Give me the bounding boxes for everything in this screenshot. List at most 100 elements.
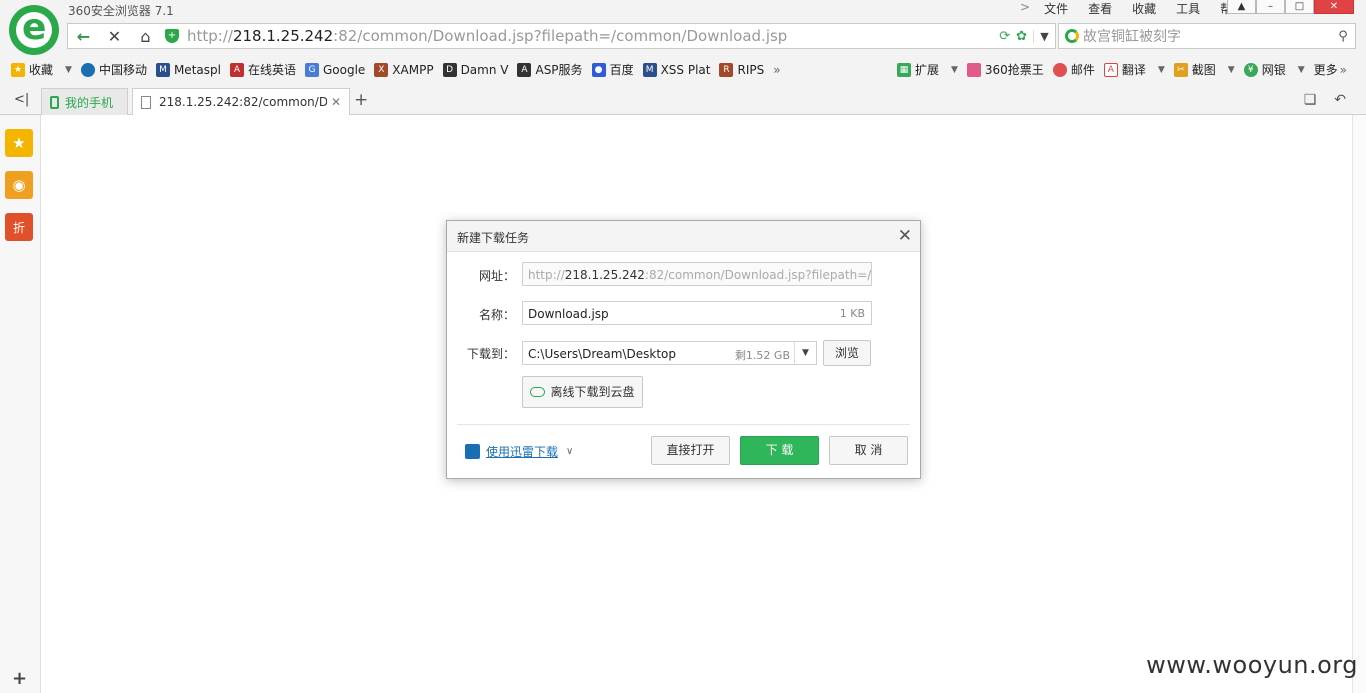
- search-input[interactable]: 故宫铜缸被刻字: [1083, 26, 1331, 46]
- open-directly-button[interactable]: 直接打开: [651, 436, 730, 465]
- download-button[interactable]: 下 载: [740, 436, 819, 465]
- browse-button[interactable]: 浏览: [823, 340, 871, 366]
- chevron-right-icon: »: [1339, 62, 1347, 77]
- more-button[interactable]: 更多»: [1314, 61, 1347, 78]
- bookmark-rips[interactable]: R RIPS: [719, 62, 764, 77]
- baidu-icon: ●: [591, 62, 606, 77]
- menu-tools[interactable]: 工具: [1176, 0, 1200, 16]
- close-tab-icon[interactable]: ✕: [331, 95, 341, 109]
- weibo-icon[interactable]: ◉: [5, 171, 33, 199]
- browser-logo-icon[interactable]: [9, 5, 59, 55]
- phone-icon: [50, 95, 59, 109]
- tab-scroll-left-icon[interactable]: <|: [14, 92, 29, 107]
- maximize-icon[interactable]: □: [1285, 0, 1314, 14]
- download-url-field[interactable]: http://218.1.25.242:82/common/Download.j…: [522, 262, 872, 286]
- extensions-button[interactable]: ▦ 扩展 ▼: [896, 61, 958, 78]
- bookmark-baidu[interactable]: ● 百度: [591, 61, 634, 78]
- bookmark-favorites[interactable]: ★ 收藏 ▼: [11, 61, 72, 78]
- name-label: 名称：: [478, 308, 515, 322]
- dialog-close-icon[interactable]: ✕: [898, 226, 912, 246]
- translate-button[interactable]: A 翻译 ▼: [1103, 61, 1165, 78]
- bookmark-xampp[interactable]: X XAMPP: [374, 62, 434, 77]
- bookmark-google[interactable]: G Google: [304, 62, 365, 77]
- chevron-right-icon[interactable]: >: [1020, 0, 1030, 16]
- divider: [457, 424, 910, 425]
- bookmark-chinamobile[interactable]: 中国移动: [80, 61, 147, 78]
- back-arrow-icon[interactable]: ←: [68, 24, 99, 48]
- bank-icon: ¥: [1243, 62, 1258, 77]
- home-icon[interactable]: ⌂: [130, 24, 161, 48]
- cloud-download-button[interactable]: 离线下载到云盘: [522, 376, 643, 408]
- add-sidebar-icon[interactable]: +: [12, 668, 27, 689]
- url-input[interactable]: http://218.1.25.242:82/common/Download.j…: [187, 27, 999, 45]
- caret-down-icon[interactable]: ▼: [1298, 65, 1305, 75]
- xampp-icon: X: [374, 62, 389, 77]
- bookmark-xss-platform[interactable]: M XSS Plat: [642, 62, 710, 77]
- navigation-bar: ← ✕ ⌂ + http://218.1.25.242:82/common/Do…: [0, 20, 1366, 55]
- new-tab-icon[interactable]: +: [354, 90, 368, 110]
- search-box[interactable]: 故宫铜缸被刻字 ⚲: [1058, 23, 1356, 49]
- use-xunlei-link[interactable]: 使用迅雷下载: [486, 443, 558, 460]
- xss-icon: M: [642, 62, 657, 77]
- url-actions: ⟳ ✿: [999, 29, 1027, 44]
- bookmark-asp-service[interactable]: A ASP服务: [517, 61, 583, 78]
- xunlei-icon: [465, 444, 480, 459]
- path-dropdown-icon[interactable]: ▼: [794, 342, 816, 364]
- ticket-icon: [966, 62, 981, 77]
- refresh-mode-icon[interactable]: ⟳: [999, 29, 1010, 44]
- close-window-icon[interactable]: ✕: [1314, 0, 1354, 14]
- filename-input[interactable]: Download.jsp 1 KB: [522, 301, 872, 325]
- cancel-button[interactable]: 取 消: [829, 436, 908, 465]
- compat-mode-icon[interactable]: ✿: [1016, 29, 1027, 44]
- menu-favorites[interactable]: 收藏: [1132, 0, 1156, 16]
- save-path-select[interactable]: C:\Users\Dream\Desktop 剩1.52 GB ▼: [522, 341, 817, 365]
- document-icon: [141, 95, 151, 109]
- star-icon: ★: [11, 62, 25, 77]
- tab-bar: <| 我的手机 218.1.25.242:82/common/Dc ✕ + ❏ …: [0, 84, 1366, 115]
- english-icon: A: [229, 62, 244, 77]
- stop-icon[interactable]: ✕: [99, 24, 130, 48]
- undo-close-icon[interactable]: ↶: [1334, 92, 1346, 108]
- chinamobile-icon: [80, 62, 95, 77]
- scissors-icon: ✂: [1173, 62, 1188, 77]
- title-bar: 360安全浏览器 7.1 > 文件 查看 收藏 工具 帮助 ▲ – □ ✕: [0, 0, 1366, 20]
- tab-download-page[interactable]: 218.1.25.242:82/common/Dc ✕: [132, 88, 350, 115]
- discount-icon[interactable]: 折: [5, 213, 33, 241]
- bookmark-metasploit[interactable]: M Metaspl: [155, 62, 221, 77]
- bookmark-dvwa[interactable]: D Damn V: [442, 62, 508, 77]
- tab-actions: ❏ ↶: [1304, 92, 1346, 108]
- bookmarks-bar: ★ 收藏 ▼ 中国移动 M Metaspl A 在线英语 G Google X XAMPP …: [0, 55, 1366, 84]
- cloud-icon: [530, 387, 546, 397]
- url-dropdown-icon[interactable]: ▼: [1033, 29, 1055, 43]
- tab-list-icon[interactable]: ❏: [1304, 92, 1317, 108]
- ticket-button[interactable]: 360抢票王: [966, 61, 1044, 78]
- search-engine-icon[interactable]: [1065, 29, 1079, 43]
- search-icon[interactable]: ⚲: [1331, 29, 1355, 44]
- mail-button[interactable]: 邮件: [1052, 61, 1095, 78]
- screenshot-button[interactable]: ✂ 截图 ▼: [1173, 61, 1235, 78]
- security-shield-icon[interactable]: +: [165, 29, 179, 43]
- tab-my-phone[interactable]: 我的手机: [41, 88, 128, 115]
- toolbar-right: ▦ 扩展 ▼ 360抢票王 邮件 A 翻译 ▼ ✂ 截图 ▼ ¥ 网银 ▼ 更多»: [896, 55, 1356, 84]
- favorites-star-icon[interactable]: ★: [5, 129, 33, 157]
- caret-down-icon[interactable]: ▼: [65, 65, 72, 75]
- menu-file[interactable]: 文件: [1044, 0, 1068, 16]
- vertical-scrollbar[interactable]: [1352, 115, 1366, 693]
- chevron-down-icon[interactable]: ∨: [566, 446, 573, 457]
- bookmark-more-chevron[interactable]: »: [773, 63, 780, 77]
- save-to-label: 下载到：: [466, 347, 515, 361]
- address-bar: ← ✕ ⌂ + http://218.1.25.242:82/common/Do…: [67, 23, 1056, 49]
- online-banking-button[interactable]: ¥ 网银 ▼: [1243, 61, 1305, 78]
- skin-icon[interactable]: ▲: [1227, 0, 1256, 14]
- file-size: 1 KB: [839, 307, 865, 320]
- translate-icon: A: [1103, 62, 1118, 77]
- caret-down-icon[interactable]: ▼: [1158, 65, 1165, 75]
- caret-down-icon[interactable]: ▼: [1228, 65, 1235, 75]
- caret-down-icon[interactable]: ▼: [951, 65, 958, 75]
- url-label: 网址：: [478, 269, 515, 283]
- free-space: 剩1.52 GB: [734, 349, 790, 362]
- new-download-dialog: 新建下载任务 ✕ 网址： http://218.1.25.242:82/comm…: [446, 220, 921, 479]
- minimize-icon[interactable]: –: [1256, 0, 1285, 14]
- menu-view[interactable]: 查看: [1088, 0, 1112, 16]
- bookmark-online-english[interactable]: A 在线英语: [229, 61, 296, 78]
